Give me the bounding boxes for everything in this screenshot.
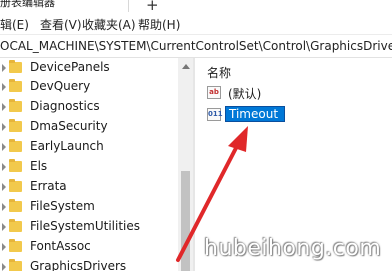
tree-item-label: EarlyLaunch bbox=[30, 139, 104, 153]
expand-arrow-icon[interactable] bbox=[2, 103, 6, 111]
tree-item-filesystemutilities[interactable]: FileSystemUtilities bbox=[0, 218, 178, 236]
folder-icon bbox=[9, 219, 22, 232]
scroll-up-icon[interactable] bbox=[182, 64, 190, 69]
tree-item-label: FileSystem bbox=[30, 199, 95, 213]
new-tab-button[interactable]: + bbox=[146, 0, 159, 12]
tree-item-devquery[interactable]: DevQuery bbox=[0, 78, 178, 96]
tree-item-devicepanels[interactable]: DevicePanels bbox=[0, 59, 178, 77]
address-bar[interactable]: OCAL_MACHINE\SYSTEM\CurrentControlSet\Co… bbox=[0, 35, 392, 58]
tree-item-earlylaunch[interactable]: EarlyLaunch bbox=[0, 138, 178, 156]
tree-item-label: FontAssoc bbox=[30, 239, 91, 253]
tree-item-errata[interactable]: Errata bbox=[0, 178, 178, 196]
registry-key-tree: DevicePanels DevQuery Diagnostics DmaSec… bbox=[0, 58, 193, 271]
binary-value-icon: 011 bbox=[207, 108, 223, 121]
expand-arrow-icon[interactable] bbox=[2, 163, 6, 171]
expand-arrow-icon[interactable] bbox=[2, 83, 6, 91]
column-header-name[interactable]: 名称 bbox=[207, 64, 231, 81]
menu-edit[interactable]: 辑(E) bbox=[0, 16, 29, 33]
tree-item-label: Errata bbox=[30, 179, 67, 193]
value-name-edit-field[interactable]: Timeout bbox=[225, 106, 286, 122]
title-bar: 册表编辑器 + bbox=[0, 0, 392, 12]
tree-item-diagnostics[interactable]: Diagnostics bbox=[0, 98, 178, 116]
tree-item-label: Els bbox=[30, 159, 48, 173]
tree-item-label: GraphicsDrivers bbox=[30, 259, 127, 271]
folder-icon bbox=[9, 139, 22, 152]
expand-arrow-icon[interactable] bbox=[2, 243, 6, 251]
menu-view[interactable]: 查看(V) bbox=[40, 16, 82, 33]
menu-bar: 辑(E) 查看(V) 收藏夹(A) 帮助(H) bbox=[0, 12, 392, 35]
expand-arrow-icon[interactable] bbox=[2, 263, 6, 271]
tree-item-label: DmaSecurity bbox=[30, 119, 108, 133]
expand-arrow-icon[interactable] bbox=[2, 123, 6, 131]
string-value-icon: ab bbox=[207, 86, 221, 99]
menu-favorites[interactable]: 收藏夹(A) bbox=[82, 16, 136, 33]
tree-item-graphicsdrivers[interactable]: GraphicsDrivers bbox=[0, 258, 178, 271]
expand-arrow-icon[interactable] bbox=[2, 64, 6, 72]
tree-item-dmasecurity[interactable]: DmaSecurity bbox=[0, 118, 178, 136]
folder-icon bbox=[9, 199, 22, 212]
address-path[interactable]: OCAL_MACHINE\SYSTEM\CurrentControlSet\Co… bbox=[0, 39, 392, 53]
menu-help[interactable]: 帮助(H) bbox=[138, 16, 180, 33]
tab-separator bbox=[128, 0, 129, 12]
tree-item-label: Diagnostics bbox=[30, 99, 100, 113]
folder-icon bbox=[9, 179, 22, 192]
expand-arrow-icon[interactable] bbox=[2, 143, 6, 151]
expand-arrow-icon[interactable] bbox=[2, 183, 6, 191]
tree-item-label: DevQuery bbox=[30, 79, 91, 93]
folder-icon bbox=[9, 119, 22, 132]
tree-item-label: FileSystemUtilities bbox=[30, 219, 140, 233]
scrollbar-thumb[interactable] bbox=[181, 171, 190, 271]
folder-icon bbox=[9, 159, 22, 172]
watermark: hubeihong.com bbox=[204, 236, 382, 261]
expand-arrow-icon[interactable] bbox=[2, 223, 6, 231]
window-title: 册表编辑器 bbox=[0, 0, 55, 9]
folder-icon bbox=[9, 239, 22, 252]
folder-icon bbox=[9, 99, 22, 112]
folder-icon bbox=[9, 60, 22, 73]
folder-icon bbox=[9, 79, 22, 92]
tree-item-filesystem[interactable]: FileSystem bbox=[0, 198, 178, 216]
tree-item-els[interactable]: Els bbox=[0, 158, 178, 176]
value-name: (默认) bbox=[228, 87, 262, 101]
tree-item-fontassoc[interactable]: FontAssoc bbox=[0, 238, 178, 256]
folder-icon bbox=[9, 259, 22, 271]
tree-item-label: DevicePanels bbox=[30, 60, 110, 74]
expand-arrow-icon[interactable] bbox=[2, 203, 6, 211]
tree-scrollbar[interactable] bbox=[178, 58, 193, 271]
